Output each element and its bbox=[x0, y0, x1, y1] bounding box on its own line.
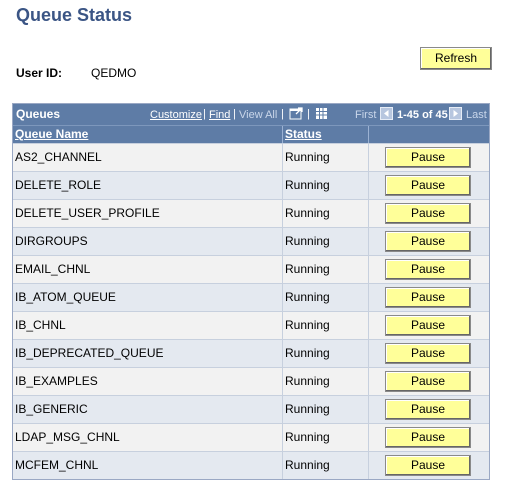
table-row: IB_GENERIC Running Pause bbox=[13, 395, 489, 423]
queue-status-cell: Running bbox=[283, 172, 369, 199]
queue-action-cell: Pause bbox=[369, 256, 489, 283]
table-row: DELETE_USER_PROFILE Running Pause bbox=[13, 199, 489, 227]
table-row: LDAP_MSG_CHNL Running Pause bbox=[13, 423, 489, 451]
queue-action-cell: Pause bbox=[369, 452, 489, 479]
grid-header-row: Queue Name Status bbox=[13, 125, 489, 143]
find-link[interactable]: Find bbox=[209, 109, 230, 121]
download-grid-icon[interactable] bbox=[314, 106, 329, 121]
queue-action-cell: Pause bbox=[369, 424, 489, 451]
arrow-right-icon[interactable] bbox=[449, 107, 462, 120]
pause-button[interactable]: Pause bbox=[385, 343, 471, 364]
arrow-left-icon[interactable] bbox=[380, 107, 393, 120]
pause-button[interactable]: Pause bbox=[385, 259, 471, 280]
nav-separator: | bbox=[307, 108, 310, 120]
pause-button[interactable]: Pause bbox=[385, 399, 471, 420]
queue-status-cell: Running bbox=[283, 312, 369, 339]
user-id-label: User ID: bbox=[16, 66, 63, 80]
queue-name-cell: IB_ATOM_QUEUE bbox=[13, 284, 283, 311]
table-row: DIRGROUPS Running Pause bbox=[13, 227, 489, 255]
queue-action-cell: Pause bbox=[369, 144, 489, 171]
queue-name-cell: MCFEM_CHNL bbox=[13, 452, 283, 479]
record-range: 1-45 of 45 bbox=[397, 109, 448, 121]
queue-status-cell: Running bbox=[283, 368, 369, 395]
queue-name-cell: LDAP_MSG_CHNL bbox=[13, 424, 283, 451]
nav-separator: | bbox=[281, 108, 284, 120]
table-row: AS2_CHANNEL Running Pause bbox=[13, 143, 489, 171]
page-title: Queue Status bbox=[16, 5, 133, 25]
queue-action-cell: Pause bbox=[369, 284, 489, 311]
pause-button[interactable]: Pause bbox=[385, 455, 471, 476]
pause-button[interactable]: Pause bbox=[385, 427, 471, 448]
pause-button[interactable]: Pause bbox=[385, 315, 471, 336]
refresh-button[interactable]: Refresh bbox=[420, 47, 492, 70]
queue-status-cell: Running bbox=[283, 424, 369, 451]
queue-name-cell: IB_GENERIC bbox=[13, 396, 283, 423]
pause-button[interactable]: Pause bbox=[385, 231, 471, 252]
column-header-status[interactable]: Status bbox=[283, 126, 369, 143]
grid-title: Queues bbox=[16, 107, 61, 121]
last-link[interactable]: Last bbox=[466, 109, 487, 121]
queue-status-cell: Running bbox=[283, 256, 369, 283]
queue-name-cell: DIRGROUPS bbox=[13, 228, 283, 255]
table-row: IB_ATOM_QUEUE Running Pause bbox=[13, 283, 489, 311]
queue-name-cell: IB_CHNL bbox=[13, 312, 283, 339]
grid-nav-bar: Queues Customize | Find | View All | | F… bbox=[13, 104, 489, 125]
pause-button[interactable]: Pause bbox=[385, 175, 471, 196]
queue-status-cell: Running bbox=[283, 396, 369, 423]
queue-name-cell: IB_EXAMPLES bbox=[13, 368, 283, 395]
queue-name-cell: DELETE_USER_PROFILE bbox=[13, 200, 283, 227]
queue-action-cell: Pause bbox=[369, 172, 489, 199]
first-link[interactable]: First bbox=[355, 109, 376, 121]
table-row: IB_DEPRECATED_QUEUE Running Pause bbox=[13, 339, 489, 367]
queue-name-cell: DELETE_ROLE bbox=[13, 172, 283, 199]
queue-action-cell: Pause bbox=[369, 312, 489, 339]
view-all-link[interactable]: View All bbox=[239, 109, 277, 121]
queue-name-cell: IB_DEPRECATED_QUEUE bbox=[13, 340, 283, 367]
pause-button[interactable]: Pause bbox=[385, 147, 471, 168]
queue-action-cell: Pause bbox=[369, 368, 489, 395]
column-header-action bbox=[369, 126, 489, 143]
queues-grid: Queues Customize | Find | View All | | F… bbox=[12, 103, 490, 480]
table-row: IB_EXAMPLES Running Pause bbox=[13, 367, 489, 395]
queue-status-cell: Running bbox=[283, 340, 369, 367]
queue-status-cell: Running bbox=[283, 144, 369, 171]
queue-status-cell: Running bbox=[283, 228, 369, 255]
pause-button[interactable]: Pause bbox=[385, 203, 471, 224]
queue-name-cell: EMAIL_CHNL bbox=[13, 256, 283, 283]
user-id-value: QEDMO bbox=[91, 66, 137, 80]
nav-separator: | bbox=[233, 108, 236, 120]
queue-name-cell: AS2_CHANNEL bbox=[13, 144, 283, 171]
queue-action-cell: Pause bbox=[369, 340, 489, 367]
table-row: MCFEM_CHNL Running Pause bbox=[13, 451, 489, 479]
queue-status-cell: Running bbox=[283, 284, 369, 311]
table-row: DELETE_ROLE Running Pause bbox=[13, 171, 489, 199]
queue-action-cell: Pause bbox=[369, 200, 489, 227]
pause-button[interactable]: Pause bbox=[385, 371, 471, 392]
customize-link[interactable]: Customize bbox=[150, 109, 202, 121]
pause-button[interactable]: Pause bbox=[385, 287, 471, 308]
queue-status-cell: Running bbox=[283, 200, 369, 227]
nav-separator: | bbox=[203, 108, 206, 120]
column-header-queue-name[interactable]: Queue Name bbox=[13, 126, 283, 143]
queue-action-cell: Pause bbox=[369, 396, 489, 423]
queue-status-cell: Running bbox=[283, 452, 369, 479]
grid-rows: AS2_CHANNEL Running Pause DELETE_ROLE Runnin… bbox=[13, 143, 489, 479]
new-window-icon[interactable] bbox=[289, 106, 304, 121]
table-row: EMAIL_CHNL Running Pause bbox=[13, 255, 489, 283]
table-row: IB_CHNL Running Pause bbox=[13, 311, 489, 339]
queue-action-cell: Pause bbox=[369, 228, 489, 255]
